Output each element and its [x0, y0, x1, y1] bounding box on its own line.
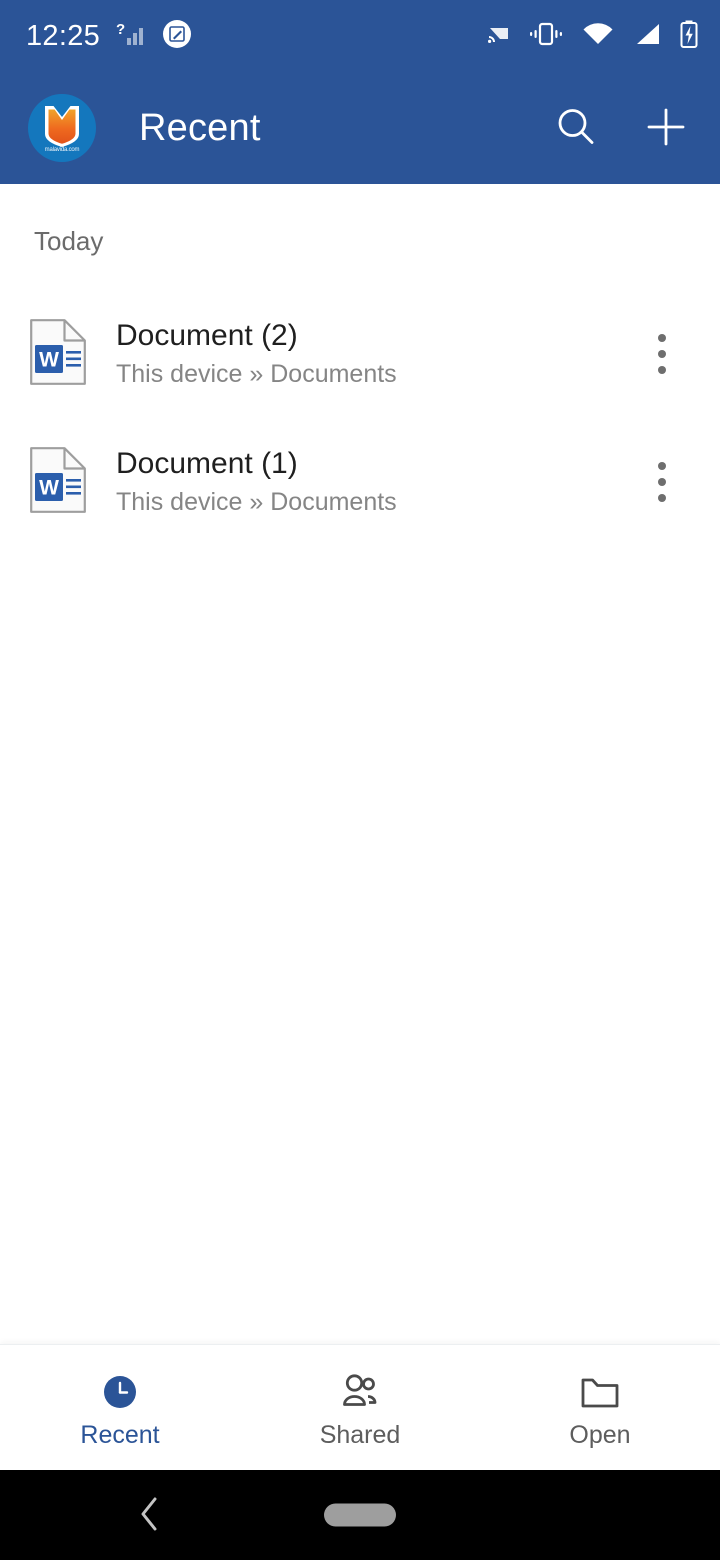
file-list: W Document (2) This device » Documents W… [0, 290, 720, 546]
bottom-navigation: Recent Shared Open [0, 1344, 720, 1470]
cast-icon [488, 24, 510, 49]
search-icon [553, 104, 599, 153]
svg-text:?: ? [116, 21, 125, 38]
recent-files-panel: Today W Document (2) This device » Docum… [0, 184, 720, 1344]
signal-unknown-icon: ? [116, 21, 146, 52]
clock-icon [100, 1372, 140, 1412]
cellular-signal-icon [633, 22, 661, 51]
svg-text:W: W [39, 476, 59, 499]
status-time: 12:25 [26, 19, 101, 52]
file-location: This device » Documents [116, 488, 397, 517]
chevron-left-icon [136, 1494, 164, 1537]
file-more-options-button[interactable] [626, 442, 698, 522]
malavida-logo: malavida.com [28, 94, 96, 162]
tab-open-label: Open [569, 1420, 631, 1449]
file-icon-wrap: W [0, 446, 116, 518]
vibrate-icon [529, 21, 563, 52]
overflow-menu-icon [658, 334, 666, 374]
word-document-icon: W [30, 318, 86, 390]
word-mobile-recent-screen: 12:25 ? malavida.com Recent Today W Docu… [0, 0, 720, 1560]
android-system-nav [0, 1470, 720, 1560]
tab-open[interactable]: Open [480, 1345, 720, 1470]
tab-recent[interactable]: Recent [0, 1345, 240, 1470]
plus-icon [643, 104, 689, 153]
list-item[interactable]: W Document (2) This device » Documents [0, 290, 720, 418]
status-bar: 12:25 ? [0, 0, 720, 72]
file-title: Document (1) [116, 446, 298, 480]
status-bar-right [488, 20, 698, 53]
logo-shield-mark [45, 105, 79, 147]
status-bar-left: 12:25 ? [26, 19, 192, 54]
tab-recent-label: Recent [80, 1420, 160, 1449]
file-icon-wrap: W [0, 318, 116, 390]
file-title: Document (2) [116, 318, 298, 352]
screenshot-edit-icon [162, 19, 192, 54]
app-bar-actions [548, 100, 694, 156]
logo-watermark-text: malavida.com [44, 146, 80, 153]
back-button[interactable] [120, 1485, 180, 1545]
svg-text:W: W [39, 348, 59, 371]
page-title: Recent [139, 107, 261, 149]
overflow-menu-icon [658, 462, 666, 502]
list-item[interactable]: W Document (1) This device » Documents [0, 418, 720, 546]
file-location: This device » Documents [116, 360, 397, 389]
people-icon [338, 1372, 382, 1412]
wifi-icon [582, 22, 614, 51]
file-more-options-button[interactable] [626, 314, 698, 394]
search-button[interactable] [548, 100, 604, 156]
app-bar: malavida.com Recent [0, 72, 720, 184]
file-meta: Document (1) This device » Documents [116, 447, 626, 517]
tab-shared[interactable]: Shared [240, 1345, 480, 1470]
file-meta: Document (2) This device » Documents [116, 319, 626, 389]
word-document-icon: W [30, 446, 86, 518]
new-document-button[interactable] [638, 100, 694, 156]
folder-icon [579, 1372, 621, 1412]
section-header-today: Today [34, 226, 104, 256]
tab-shared-label: Shared [319, 1420, 401, 1449]
battery-charging-icon [680, 20, 698, 53]
home-gesture-pill[interactable] [324, 1503, 396, 1527]
